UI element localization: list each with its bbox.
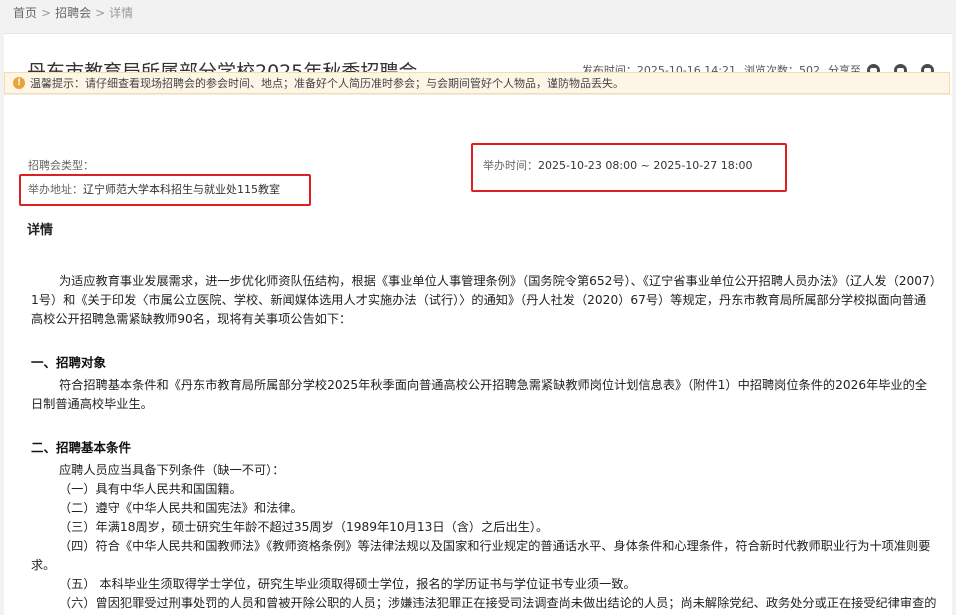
condition-item: （六）曾因犯罪受过刑事处罚的人员和曾被开除公职的人员；涉嫌违法犯罪正在接受司法调…: [59, 596, 937, 610]
section-title-1: 一、招聘对象: [31, 355, 107, 370]
breadcrumb-home[interactable]: 首页: [13, 6, 37, 20]
section-title-2: 二、招聘基本条件: [31, 440, 132, 455]
notice-bar: ! 温馨提示：请仔细查看现场招聘会的参会时间、地点；准备好个人简历准时参会；与会…: [4, 72, 950, 94]
fair-type-label: 招聘会类型：: [28, 159, 94, 172]
condition-item: （五） 本科毕业生须取得学士学位，研究生毕业须取得硕士学位，报名的学历证书与学位…: [59, 577, 636, 591]
article-body: 为适应教育事业发展需求，进一步优化师资队伍结构，根据《事业单位人事管理条例》（国…: [31, 272, 937, 615]
detail-heading: 详情: [27, 223, 54, 238]
notice-text: 温馨提示：请仔细查看现场招聘会的参会时间、地点；准备好个人简历准时参会；与会期间…: [30, 77, 624, 90]
breadcrumb-job-fair[interactable]: 招聘会: [55, 6, 91, 20]
highlight-box-time: [471, 143, 787, 192]
condition-item: （一）具有中华人民共和国国籍。: [59, 482, 242, 496]
divider: [4, 94, 952, 95]
condition-item: （三）年满18周岁，硕士研究生年龄不超过35周岁（1989年10月13日（含）之…: [59, 520, 549, 534]
warning-icon: !: [13, 77, 25, 89]
breadcrumb: 首页 > 招聘会 > 详情: [13, 4, 133, 21]
section-text-1: 符合招聘基本条件和《丹东市教育局所属部分学校2025年秋季面向普通高校公开招聘急…: [31, 378, 928, 411]
breadcrumb-separator: >: [41, 6, 52, 20]
highlight-box-address: [19, 174, 311, 206]
section-lead-2: 应聘人员应当具备下列条件（缺一不可）：: [59, 463, 285, 477]
breadcrumb-current: 详情: [109, 6, 134, 20]
breadcrumb-separator: >: [95, 6, 106, 20]
intro-paragraph: 为适应教育事业发展需求，进一步优化师资队伍结构，根据《事业单位人事管理条例》（国…: [31, 274, 936, 326]
condition-item: （四）符合《中华人民共和国教师法》《教师资格条例》等法律法规以及国家和行业规定的…: [31, 539, 931, 572]
fair-type: 招聘会类型：: [28, 157, 94, 173]
condition-item: （二）遵守《中华人民共和国宪法》和法律。: [59, 501, 303, 515]
